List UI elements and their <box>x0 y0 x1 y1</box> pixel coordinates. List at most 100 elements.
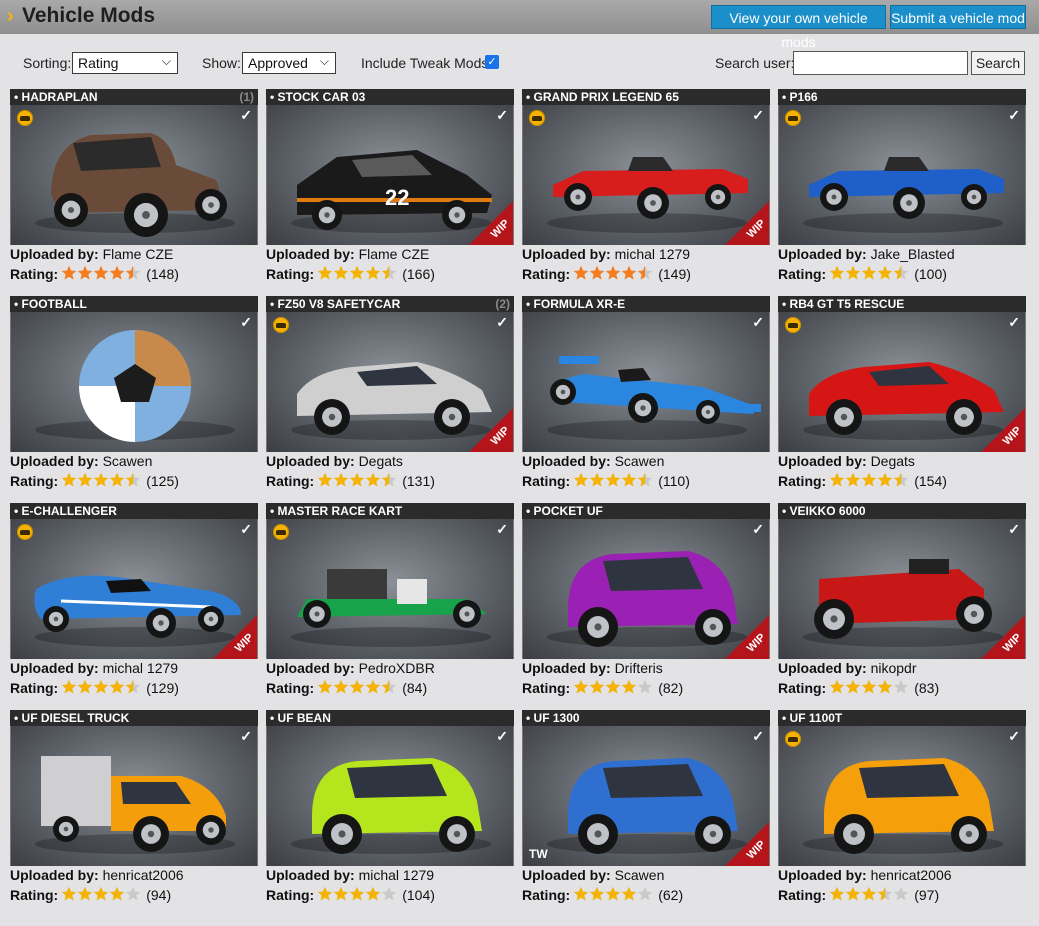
uploader-name[interactable]: PedroXDBR <box>359 660 435 676</box>
uploaded-by-label: Uploaded by: <box>10 867 99 883</box>
rating-line: Rating: (100) <box>778 263 947 282</box>
uploader-line: Uploaded by: Scawen <box>522 453 664 469</box>
approved-check-icon: ✓ <box>496 107 508 123</box>
mod-thumbnail[interactable]: ✓ <box>10 726 258 866</box>
show-select[interactable]: Approved ⌵ <box>242 52 336 74</box>
mod-title-bar: • POCKET UF <box>522 503 770 519</box>
mod-name: • UF 1300 <box>526 711 580 725</box>
uploader-name[interactable]: Degats <box>359 453 403 469</box>
mod-thumbnail[interactable]: ✓ <box>266 726 514 866</box>
rating-line: Rating: (82) <box>522 677 683 696</box>
mod-thumbnail[interactable]: 22 ✓ WIP <box>266 105 514 245</box>
mod-card[interactable]: • VEIKKO 6000 ✓ WIP Uploaded by: nikopdr Rat… <box>778 503 1027 696</box>
mod-count: (2) <box>495 297 510 311</box>
mod-card[interactable]: • MASTER RACE KART ✓ Uploaded by: PedroXDB… <box>266 503 515 696</box>
mod-name: • MASTER RACE KART <box>270 504 403 518</box>
mod-thumbnail[interactable]: ✓ WIP <box>778 519 1026 659</box>
star-rating <box>317 472 397 491</box>
uploader-line: Uploaded by: henricat2006 <box>10 867 184 883</box>
mod-thumbnail[interactable]: ✓ <box>10 312 258 452</box>
approved-check-icon: ✓ <box>240 314 252 330</box>
mod-tag: TW <box>529 847 548 861</box>
rating-count: (97) <box>914 887 940 903</box>
mod-thumbnail[interactable]: ✓ WIP <box>10 519 258 659</box>
mod-card[interactable]: • POCKET UF ✓ WIP Uploaded by: Drifteris Rat… <box>522 503 771 696</box>
star-rating <box>317 679 397 698</box>
mod-name: • UF 1100T <box>782 711 843 725</box>
mod-card[interactable]: • UF 1300 ✓ TW WIP Uploaded by: Scawen Rating… <box>522 710 771 903</box>
vehicle-class-icon <box>273 317 289 333</box>
uploader-name[interactable]: Degats <box>871 453 915 469</box>
mod-card[interactable]: • FOOTBALL ✓ Uploaded by: Scawen Rating: (12… <box>10 296 259 489</box>
mod-thumbnail[interactable]: ✓ WIP <box>266 312 514 452</box>
uploader-name[interactable]: michal 1279 <box>103 660 179 676</box>
mod-card[interactable]: • UF DIESEL TRUCK ✓ Uploaded by: henricat2… <box>10 710 259 903</box>
mod-name: • HADRAPLAN <box>14 90 98 104</box>
mod-card[interactable]: • GRAND PRIX LEGEND 65 ✓ WIP Uploaded by: m… <box>522 89 771 282</box>
rating-count: (104) <box>402 887 435 903</box>
search-button[interactable]: Search <box>971 51 1025 75</box>
mod-thumbnail[interactable]: ✓ <box>522 312 770 452</box>
star-rating <box>573 679 653 698</box>
mod-thumbnail[interactable]: ✓ WIP <box>778 312 1026 452</box>
rating-label: Rating: <box>10 266 59 282</box>
mod-card[interactable]: • UF 1100T ✓ Uploaded by: henricat2006 Rati… <box>778 710 1027 903</box>
chevron-down-icon: ⌵ <box>319 54 329 68</box>
mod-card[interactable]: • P166 ✓ Uploaded by: Jake_Blasted Rating: (… <box>778 89 1027 282</box>
mod-card[interactable]: • UF BEAN ✓ Uploaded by: michal 1279 Rating… <box>266 710 515 903</box>
mod-title-bar: • RB4 GT T5 RESCUE <box>778 296 1026 312</box>
submit-mod-button[interactable]: Submit a vehicle mod <box>890 5 1026 29</box>
mod-card[interactable]: • RB4 GT T5 RESCUE ✓ WIP Uploaded by: Degat… <box>778 296 1027 489</box>
rating-line: Rating: (97) <box>778 884 939 903</box>
mod-thumbnail[interactable]: ✓ WIP <box>522 105 770 245</box>
star-rating <box>317 886 397 905</box>
mod-title-bar: • FOOTBALL <box>10 296 258 312</box>
uploaded-by-label: Uploaded by: <box>778 660 867 676</box>
uploader-name[interactable]: Flame CZE <box>103 246 174 262</box>
uploader-name[interactable]: michal 1279 <box>359 867 435 883</box>
rating-count: (149) <box>658 266 691 282</box>
uploader-name[interactable]: nikopdr <box>871 660 917 676</box>
mod-card[interactable]: • STOCK CAR 03 22 ✓ WIP Uploaded by: Flame C… <box>266 89 515 282</box>
uploader-name[interactable]: Scawen <box>615 453 665 469</box>
mod-name: • RB4 GT T5 RESCUE <box>782 297 905 311</box>
uploader-name[interactable]: Flame CZE <box>359 246 430 262</box>
uploader-name[interactable]: Drifteris <box>615 660 663 676</box>
uploaded-by-label: Uploaded by: <box>778 453 867 469</box>
mod-card[interactable]: • FORMULA XR-E ✓ Uploaded by: Scawen Rating… <box>522 296 771 489</box>
mod-thumbnail[interactable]: ✓ WIP <box>522 519 770 659</box>
mod-thumbnail[interactable]: ✓ <box>778 105 1026 245</box>
mod-thumbnail[interactable]: ✓ <box>778 726 1026 866</box>
view-own-mods-button[interactable]: View your own vehicle mods <box>711 5 886 50</box>
mod-thumbnail[interactable]: ✓ <box>10 105 258 245</box>
uploader-name[interactable]: michal 1279 <box>615 246 691 262</box>
star-rating <box>573 265 653 284</box>
approved-check-icon: ✓ <box>240 107 252 123</box>
uploader-name[interactable]: henricat2006 <box>871 867 952 883</box>
rating-label: Rating: <box>266 266 315 282</box>
uploader-line: Uploaded by: michal 1279 <box>10 660 178 676</box>
vehicle-class-icon <box>785 731 801 747</box>
approved-check-icon: ✓ <box>496 314 508 330</box>
uploader-name[interactable]: Scawen <box>103 453 153 469</box>
uploaded-by-label: Uploaded by: <box>522 246 611 262</box>
star-rating <box>61 886 141 905</box>
mod-thumbnail[interactable]: ✓ <box>266 519 514 659</box>
sorting-select[interactable]: Rating ⌵ <box>72 52 178 74</box>
uploader-name[interactable]: henricat2006 <box>103 867 184 883</box>
tweak-mods-label: Include Tweak Mods: <box>361 55 493 71</box>
tweak-mods-checkbox[interactable]: ✓ <box>485 55 499 69</box>
mod-thumbnail[interactable]: ✓ TW WIP <box>522 726 770 866</box>
mod-title-bar: • UF DIESEL TRUCK <box>10 710 258 726</box>
mod-card[interactable]: • HADRAPLAN (1) ✓ Uploaded by: Flame CZE Rat… <box>10 89 259 282</box>
mod-title-bar: • UF 1100T <box>778 710 1026 726</box>
rating-line: Rating: (154) <box>778 470 947 489</box>
vehicle-class-icon <box>273 524 289 540</box>
chevron-down-icon: ⌵ <box>161 54 171 68</box>
search-user-input[interactable] <box>793 51 968 75</box>
mod-name: • UF DIESEL TRUCK <box>14 711 130 725</box>
mod-card[interactable]: • E-CHALLENGER ✓ WIP Uploaded by: michal 12… <box>10 503 259 696</box>
uploader-name[interactable]: Scawen <box>615 867 665 883</box>
mod-card[interactable]: • FZ50 V8 SAFETYCAR (2) ✓ WIP Uploaded by: D… <box>266 296 515 489</box>
uploader-name[interactable]: Jake_Blasted <box>871 246 955 262</box>
